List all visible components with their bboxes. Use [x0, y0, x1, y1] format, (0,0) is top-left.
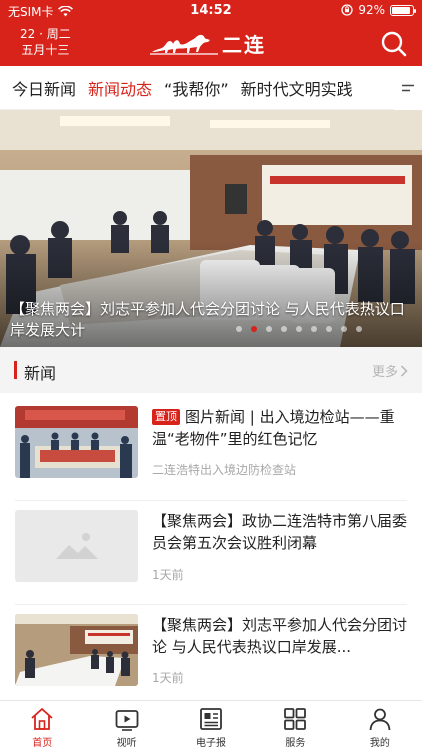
orientation-lock-icon — [341, 4, 353, 16]
news-time: 1天前 — [152, 568, 184, 582]
video-icon — [115, 710, 139, 731]
banner-carousel[interactable]: 【聚焦两会】刘志平参加人代会分团讨论 与人民代表热议口岸发展大计 — [0, 110, 422, 347]
battery-level — [392, 6, 411, 14]
nav-services[interactable]: 服务 — [253, 701, 337, 750]
battery-icon — [390, 4, 416, 16]
news-thumbnail — [15, 510, 138, 582]
news-list-item[interactable]: 【聚焦两会】刘志平参加人代会分团讨论 与人民代表热议口岸发展... 1天前 — [0, 605, 422, 709]
news-time: 1天前 — [152, 671, 184, 685]
battery-percent: 92% — [358, 3, 385, 17]
nav-label: 我的 — [369, 738, 390, 749]
nav-label: 电子报 — [196, 738, 227, 749]
date-line-1: 22 · 周二 — [20, 27, 71, 41]
news-title: 图片新闻 | 出入境边检站——重温“老物件”里的红色记忆 — [152, 408, 395, 448]
more-label: 更多 — [371, 365, 398, 380]
tab-news-updates[interactable]: 新闻动态 — [88, 76, 152, 100]
date-line-2: 五月十三 — [21, 43, 70, 57]
nav-epaper[interactable]: 电子报 — [169, 701, 253, 750]
bottom-navigation: 首页 视听 电子报 服务 我的 — [0, 700, 422, 750]
meeting-photo — [15, 614, 138, 686]
tab-menu-button[interactable] — [394, 66, 422, 110]
section-accent-bar — [14, 361, 17, 379]
nav-video[interactable]: 视听 — [84, 701, 168, 750]
pinned-badge: 置顶 — [152, 409, 180, 425]
news-title: 【聚焦两会】政协二连浩特市第八届委员会第五次会议胜利闭幕 — [152, 512, 408, 552]
category-tabs: 今日新闻 新闻动态 “我帮你” 新时代文明实践 — [0, 66, 422, 110]
date-display: 22 · 周二 五月十三 — [20, 26, 71, 58]
search-icon — [381, 31, 407, 57]
search-button[interactable] — [380, 30, 408, 58]
news-thumbnail — [15, 406, 138, 478]
home-icon — [31, 708, 53, 730]
nav-label: 首页 — [32, 738, 53, 749]
tab-today-news[interactable]: 今日新闻 — [12, 76, 76, 100]
news-list-item[interactable]: 【聚焦两会】政协二连浩特市第八届委员会第五次会议胜利闭幕 1天前 — [0, 501, 422, 605]
exhibition-photo — [15, 406, 138, 478]
nav-label: 服务 — [285, 738, 306, 749]
banner-caption: 【聚焦两会】刘志平参加人代会分团讨论 与人民代表热议口岸发展大计 — [10, 300, 405, 339]
more-link[interactable]: 更多 — [372, 361, 408, 380]
menu-icon — [402, 84, 414, 92]
nav-home[interactable]: 首页 — [0, 701, 84, 750]
news-title-wrap: 置顶 图片新闻 | 出入境边检站——重温“老物件”里的红色记忆 — [152, 406, 408, 450]
tab-civilization-practice[interactable]: 新时代文明实践 — [241, 76, 353, 100]
grid-icon — [284, 708, 307, 730]
news-title: 【聚焦两会】刘志平参加人代会分团讨论 与人民代表热议口岸发展... — [152, 616, 408, 656]
news-list-item[interactable]: 置顶 图片新闻 | 出入境边检站——重温“老物件”里的红色记忆 二连浩特出入境边防… — [0, 397, 422, 501]
app-logo: 二连 — [150, 28, 280, 58]
news-thumbnail — [15, 614, 138, 686]
news-source: 二连浩特出入境边防检查站 — [152, 463, 297, 477]
section-title: 新闻 — [24, 364, 57, 383]
tab-i-help-you[interactable]: “我帮你” — [164, 76, 229, 100]
status-right: 92% — [341, 3, 416, 17]
nav-profile[interactable]: 我的 — [338, 701, 422, 750]
nav-label: 视听 — [116, 738, 137, 749]
image-placeholder-icon — [55, 533, 98, 559]
app-header: 无SIM卡 14:52 92% 22 · 周二 五月十三 二连 — [0, 0, 422, 66]
chevron-right-icon — [400, 364, 408, 377]
camel-logo-icon — [150, 34, 218, 55]
status-bar: 无SIM卡 14:52 92% — [0, 0, 422, 22]
logo-text: 二连 — [222, 32, 266, 57]
newspaper-icon — [200, 708, 222, 730]
news-section-header: 新闻 更多 — [0, 347, 422, 393]
user-icon — [369, 708, 391, 731]
